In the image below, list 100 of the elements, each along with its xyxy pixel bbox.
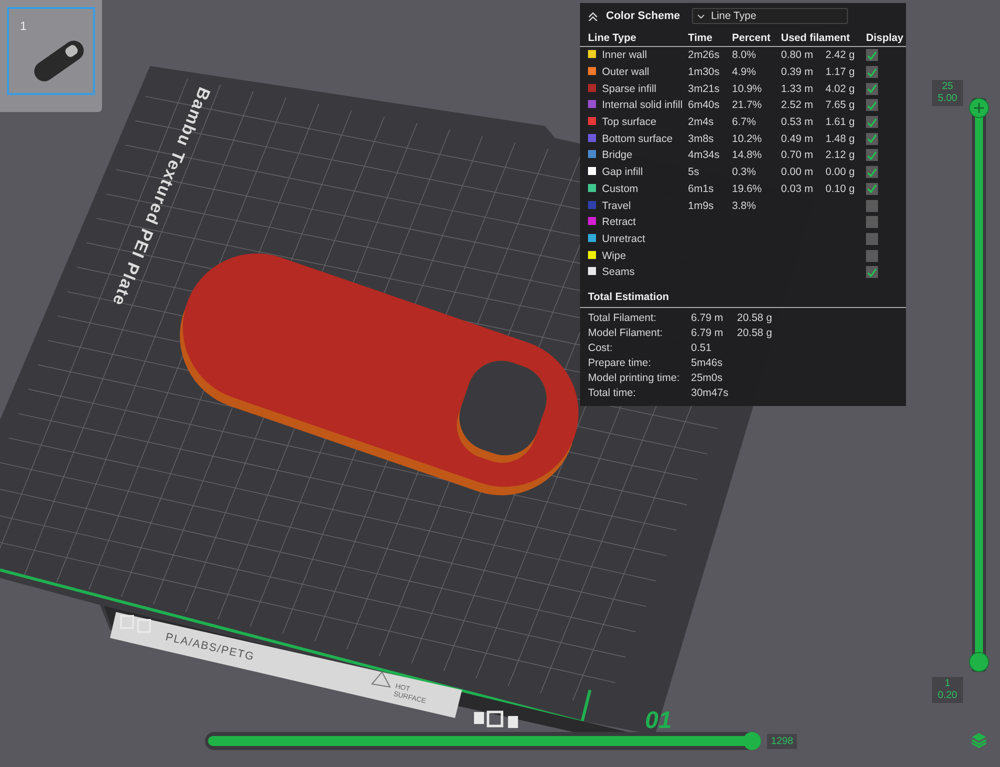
line-type-name: Bottom surface (602, 132, 673, 145)
display-checkbox[interactable] (866, 82, 878, 95)
time-value: 3m21s (688, 82, 720, 95)
column-header: Line Type (588, 32, 636, 44)
estimate-label: Model Filament: (588, 326, 664, 340)
display-checkbox[interactable] (866, 99, 878, 112)
collapse-icon[interactable] (588, 12, 598, 20)
estimate-value: 6.79 m (691, 312, 724, 325)
percent-value: 14.8% (732, 149, 762, 162)
weight-value: 4.02 g (826, 82, 855, 95)
length-value: 0.03 m (781, 182, 814, 195)
length-value: 0.39 m (781, 66, 814, 78)
display-checkbox[interactable] (866, 216, 878, 228)
plate-qr-icon (120, 615, 151, 633)
section-title: Total Estimation (588, 290, 669, 303)
time-value: 4m34s (688, 149, 720, 162)
length-value: 0.49 m (781, 132, 814, 145)
time-value: 2m4s (688, 116, 714, 128)
line-type-name: Top surface (602, 116, 656, 128)
estimate-value: 0.51 (691, 342, 712, 355)
plate-symbols-icon (474, 710, 518, 728)
time-value: 1m9s (688, 200, 714, 212)
weight-value: 2.12 g (826, 149, 855, 162)
display-checkbox[interactable] (866, 132, 878, 145)
upper-layer-handle[interactable] (969, 98, 989, 118)
estimate-value: 30m47s (691, 386, 730, 400)
line-type-name: Travel (602, 200, 631, 212)
line-type-name: Gap infill (602, 166, 643, 178)
time-value: 6m40s (688, 99, 720, 112)
length-value: 0.80 m (781, 49, 814, 62)
line-type-name: Retract (602, 216, 636, 228)
display-checkbox[interactable] (866, 116, 878, 128)
line-type-name: Outer wall (602, 66, 650, 78)
percent-value: 6.7% (732, 116, 756, 128)
time-value: 5s (688, 166, 700, 178)
lower-layer-handle[interactable] (969, 652, 989, 672)
move-slider-track[interactable] (205, 732, 761, 750)
percent-value: 10.2% (732, 132, 762, 145)
estimate-value: 6.79 m (691, 326, 724, 340)
display-checkbox[interactable] (866, 250, 878, 262)
estimate-label: Model printing time: (588, 372, 681, 385)
time-value: 6m1s (688, 182, 714, 195)
column-header: Percent (732, 32, 771, 44)
time-value: 2m26s (688, 49, 720, 62)
color-scheme-label: Color Scheme (606, 10, 680, 22)
weight-value: 1.17 g (826, 66, 855, 78)
time-value: 3m8s (688, 132, 714, 145)
display-checkbox[interactable] (866, 166, 878, 178)
length-value: 2.52 m (781, 99, 814, 112)
line-type-name: Seams (602, 266, 635, 278)
time-value: 1m30s (688, 66, 720, 78)
move-value-tooltip: 1298 (767, 734, 798, 748)
line-type-name: Custom (602, 182, 638, 195)
weight-value: 7.65 g (826, 99, 855, 112)
estimate-label: Cost: (588, 342, 614, 355)
weight-value: 0.00 g (826, 166, 855, 178)
column-header: Display (866, 32, 904, 44)
layer-value-tooltip: 25 5.00 (932, 80, 963, 106)
percent-value: 19.6% (732, 182, 762, 195)
display-checkbox[interactable] (866, 149, 878, 162)
estimate-label: Prepare time: (588, 356, 652, 370)
length-value: 0.00 m (781, 166, 814, 178)
caret-icon (696, 14, 705, 18)
estimate-label: Total time: (588, 386, 637, 400)
display-checkbox[interactable] (866, 49, 878, 62)
percent-value: 21.7% (732, 99, 762, 112)
estimate-value: 20.58 g (737, 326, 774, 340)
display-checkbox[interactable] (866, 232, 878, 245)
percent-value: 8.0% (732, 49, 756, 62)
display-checkbox[interactable] (866, 182, 878, 195)
line-type-name: Inner wall (602, 49, 647, 62)
line-type-name: Sparse infill (602, 82, 656, 95)
display-checkbox[interactable] (866, 66, 878, 78)
layer-slider-track[interactable] (969, 98, 989, 672)
weight-value: 1.61 g (826, 116, 855, 128)
length-value: 0.70 m (781, 149, 814, 162)
length-value: 1.33 m (781, 82, 814, 95)
color-scheme-dropdown[interactable]: Line Type (692, 8, 848, 24)
plate-number-label: 1 (20, 19, 27, 33)
line-type-name: Unretract (602, 232, 646, 245)
layer-value-tooltip: 1 0.20 (932, 677, 963, 703)
move-slider-handle[interactable] (743, 732, 761, 750)
percent-value: 4.9% (732, 66, 756, 78)
estimate-value: 5m46s (691, 356, 724, 370)
display-checkbox[interactable] (866, 266, 878, 278)
weight-value: 0.10 g (826, 182, 855, 195)
percent-value: 10.9% (732, 82, 762, 95)
line-type-name: Wipe (602, 250, 626, 262)
plate-number: 01 (645, 707, 672, 734)
column-header: Time (688, 32, 712, 44)
estimate-value: 20.58 g (737, 312, 774, 325)
weight-value: 2.42 g (826, 49, 855, 62)
length-value: 0.53 m (781, 116, 814, 128)
line-type-name: Bridge (602, 149, 632, 162)
percent-value: 3.8% (732, 200, 756, 212)
line-type-name: Internal solid infill (602, 99, 683, 112)
estimate-value: 25m0s (691, 372, 724, 385)
weight-value: 1.48 g (826, 132, 855, 145)
percent-value: 0.3% (732, 166, 756, 178)
display-checkbox[interactable] (866, 200, 878, 212)
